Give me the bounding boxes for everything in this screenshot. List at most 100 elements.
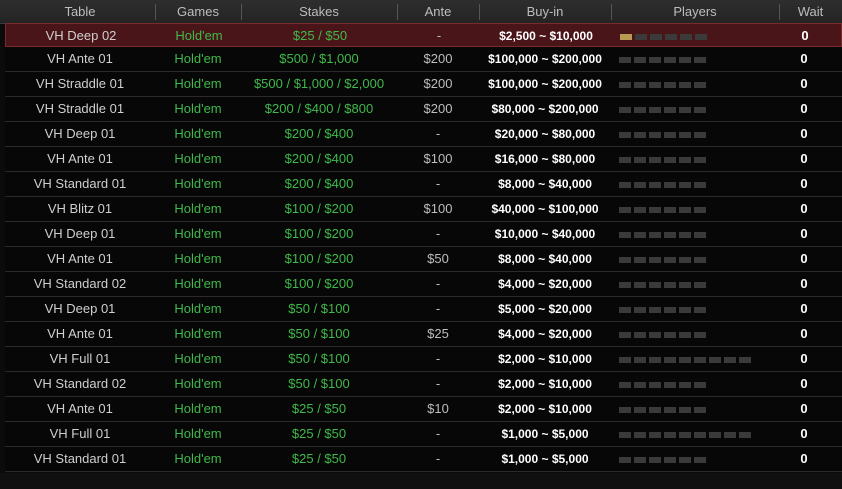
buy-in: $4,000 ~ $20,000 [498,277,592,291]
buy-in: $80,000 ~ $200,000 [491,102,599,116]
seat-empty [619,206,631,213]
seat-empty [679,381,691,388]
seat-empty [709,431,721,438]
buy-in: $100,000 ~ $200,000 [488,77,602,91]
seat-empty [649,381,661,388]
seat-empty [619,381,631,388]
table-name: VH Straddle 01 [35,101,125,116]
table-row[interactable]: VH Blitz 01 Hold'em $100 / $200 $100 $40,000… [5,197,842,222]
table-row[interactable]: VH Standard 01 Hold'em $25 / $50 - $1,000 ~ … [5,447,842,472]
buy-in: $100,000 ~ $200,000 [488,52,602,66]
table-header: Table Games Stakes Ante Buy-in Players W… [0,0,842,24]
table-row[interactable]: VH Standard 01 Hold'em $200 / $400 - $8,000 … [5,172,842,197]
header-games[interactable]: Games [155,0,241,23]
table-row[interactable]: VH Ante 01 Hold'em $500 / $1,000 $200 $100,0… [5,47,842,72]
players-seats [619,447,779,471]
players-seats [619,397,779,421]
seat-empty [679,131,691,138]
buy-in: $4,000 ~ $20,000 [498,327,592,341]
seat-empty [664,206,676,213]
seat-empty [619,406,631,413]
wait-count: 0 [800,176,808,191]
seat-empty [664,281,676,288]
game-type: Hold'em [174,426,222,441]
table-row[interactable]: VH Deep 01 Hold'em $100 / $200 - $10,000 ~ $… [5,222,842,247]
table-row[interactable]: VH Deep 01 Hold'em $50 / $100 - $5,000 ~ $20… [5,297,842,322]
game-type: Hold'em [174,226,222,241]
players-seats [619,222,779,246]
header-players[interactable]: Players [611,0,779,23]
seat-empty [709,356,721,363]
seat-empty [634,106,646,113]
seat-empty [634,456,646,463]
table-name: VH Deep 02 [45,28,117,43]
table-row[interactable]: VH Straddle 01 Hold'em $200 / $400 / $800 $… [5,97,842,122]
seat-empty [649,56,661,63]
seat-empty [694,406,706,413]
players-seats [619,147,779,171]
buy-in: $16,000 ~ $80,000 [494,152,596,166]
buy-in: $2,000 ~ $10,000 [498,402,592,416]
header-stakes[interactable]: Stakes [241,0,397,23]
wait-count: 0 [800,76,808,91]
ante: - [435,301,441,316]
wait-count: 0 [800,426,808,441]
seat-empty [665,33,677,40]
stakes: $100 / $200 [284,226,354,241]
players-seats [619,72,779,96]
ante: $200 [423,101,453,116]
table-name: VH Deep 01 [44,126,116,141]
game-type: Hold'em [174,176,222,191]
seat-empty [619,431,631,438]
table-row[interactable]: VH Straddle 01 Hold'em $500 / $1,000 / $2,… [5,72,842,97]
seat-empty [679,331,691,338]
players-seats [619,172,779,196]
ante: - [435,276,441,291]
table-row[interactable]: VH Deep 01 Hold'em $200 / $400 - $20,000 ~ $… [5,122,842,147]
game-type: Hold'em [174,76,222,91]
players-seats [619,372,779,396]
seat-empty [679,356,691,363]
wait-count: 0 [800,326,808,341]
players-seats [619,347,779,371]
table-row[interactable]: VH Ante 01 Hold'em $50 / $100 $25 $4,000 ~ $… [5,322,842,347]
header-wait[interactable]: Wait [779,0,842,23]
table-row[interactable]: VH Ante 01 Hold'em $100 / $200 $50 $8,000 ~ … [5,247,842,272]
ante: - [435,126,441,141]
wait-count: 0 [800,151,808,166]
seat-empty [649,456,661,463]
stakes: $50 / $100 [288,351,350,366]
lobby-table-list: Table Games Stakes Ante Buy-in Players W… [0,0,842,489]
header-buyin[interactable]: Buy-in [479,0,611,23]
table-row[interactable]: VH Full 01 Hold'em $25 / $50 - $1,000 ~ $5,0… [5,422,842,447]
seat-empty [664,356,676,363]
seat-empty [634,156,646,163]
seat-empty [694,456,706,463]
table-row[interactable]: VH Deep 02 Hold'em $25 / $50 - $2,500 ~ $10,… [5,23,842,47]
table-row[interactable]: VH Ante 01 Hold'em $200 / $400 $100 $16,000 … [5,147,842,172]
seat-empty [649,356,661,363]
game-type: Hold'em [174,51,222,66]
table-row[interactable]: VH Full 01 Hold'em $50 / $100 - $2,000 ~ $10… [5,347,842,372]
wait-count: 0 [800,101,808,116]
ante: - [435,451,441,466]
table-row[interactable]: VH Ante 01 Hold'em $25 / $50 $10 $2,000 ~ $1… [5,397,842,422]
buy-in: $1,000 ~ $5,000 [501,427,589,441]
seat-empty [739,356,751,363]
seat-empty [664,431,676,438]
table-row[interactable]: VH Standard 02 Hold'em $100 / $200 - $4,000 … [5,272,842,297]
seat-empty [739,431,751,438]
table-row[interactable]: VH Standard 02 Hold'em $50 / $100 - $2,000 ~… [5,372,842,397]
header-ante[interactable]: Ante [397,0,479,23]
table-rows: VH Deep 02 Hold'em $25 / $50 - $2,500 ~ $10,… [5,23,842,472]
wait-count: 0 [800,451,808,466]
seat-empty [694,356,706,363]
header-table[interactable]: Table [5,0,155,23]
wait-count: 0 [800,401,808,416]
seat-empty [694,381,706,388]
stakes: $500 / $1,000 / $2,000 [253,76,385,91]
players-seats [619,197,779,221]
seat-empty [694,306,706,313]
stakes: $50 / $100 [288,376,350,391]
table-name: VH Ante 01 [47,151,113,166]
